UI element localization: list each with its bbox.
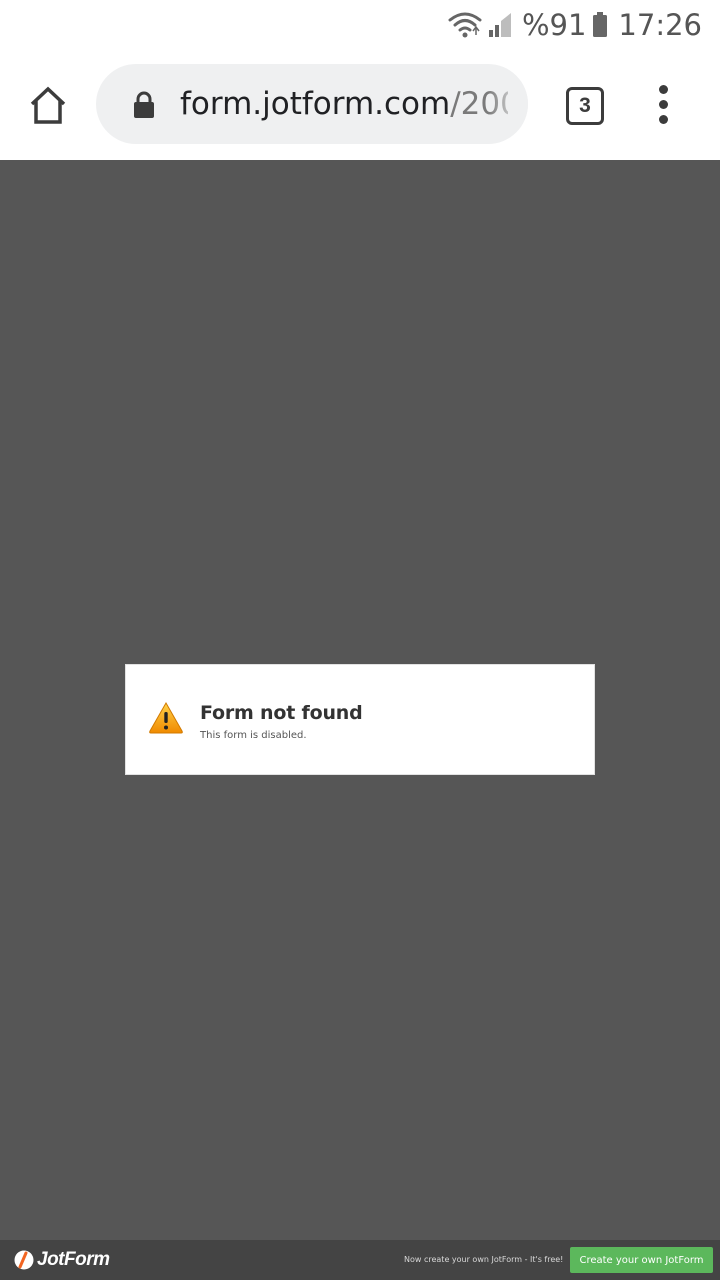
battery-icon (593, 12, 608, 37)
battery-percent: %91 (521, 8, 587, 42)
browser-toolbar: form.jotform.com/2007 3 (0, 50, 720, 160)
jotform-logo-icon (14, 1250, 34, 1270)
dialog-title: Form not found (200, 702, 363, 724)
dialog-message: This form is disabled. (200, 730, 307, 741)
footer-promo-text: Now create your own JotForm - It's free! (404, 1255, 564, 1264)
jotform-footer: JotForm Now create your own JotForm - It… (0, 1240, 720, 1280)
url-domain: form.jotform.com (180, 86, 451, 122)
overflow-menu-icon[interactable] (652, 85, 676, 125)
url-text[interactable]: form.jotform.com/2007 (180, 64, 508, 144)
warning-icon (149, 701, 183, 734)
jotform-logo-text: JotForm (37, 1249, 110, 1270)
wifi-icon (448, 12, 482, 38)
home-icon (30, 86, 66, 124)
tab-switcher-button[interactable]: 3 (566, 87, 604, 125)
clock: 17:26 (618, 8, 702, 42)
jotform-logo[interactable]: JotForm (14, 1249, 110, 1271)
status-icons (448, 11, 512, 39)
signal-icon (488, 13, 511, 37)
error-dialog: Form not found This form is disabled. (125, 664, 595, 775)
home-button[interactable] (26, 84, 70, 126)
status-bar: %91 17:26 (0, 0, 720, 50)
url-fade (488, 64, 528, 144)
lock-icon (134, 91, 154, 118)
page-content: Form not found This form is disabled. (0, 160, 720, 1240)
address-bar[interactable]: form.jotform.com/2007 (96, 64, 528, 144)
create-jotform-button[interactable]: Create your own JotForm (570, 1247, 713, 1273)
